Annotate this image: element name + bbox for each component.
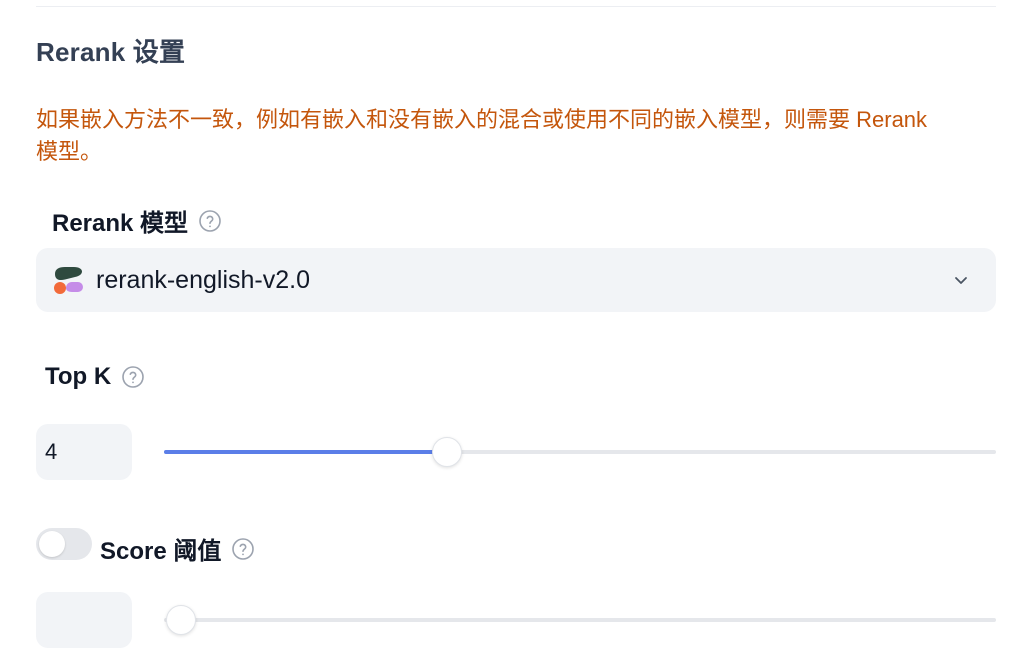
top-k-input[interactable] — [36, 424, 132, 480]
score-threshold-slider[interactable] — [164, 602, 996, 638]
selected-model-name: rerank-english-v2.0 — [96, 265, 310, 294]
rerank-model-label-row: Rerank 模型 — [52, 203, 222, 238]
chevron-down-icon — [950, 269, 972, 291]
score-threshold-input[interactable] — [36, 592, 132, 648]
score-threshold-label-row: Score 阈值 — [100, 531, 255, 566]
help-icon[interactable] — [198, 209, 222, 233]
section-title: Rerank 设置 — [36, 37, 186, 67]
help-icon[interactable] — [231, 537, 255, 561]
score-threshold-toggle[interactable] — [36, 528, 92, 560]
top-k-label-row: Top K — [45, 363, 145, 391]
cohere-logo-icon — [52, 264, 84, 296]
top-k-slider[interactable] — [164, 434, 996, 470]
rerank-warning-text: 如果嵌入方法不一致，例如有嵌入和没有嵌入的混合或使用不同的嵌入模型，则需要 Re… — [36, 107, 928, 164]
slider-fill — [164, 450, 447, 454]
top-divider — [36, 6, 996, 7]
slider-thumb[interactable] — [431, 437, 462, 467]
score-threshold-label: Score 阈值 — [100, 538, 222, 565]
toggle-knob — [39, 531, 65, 557]
help-icon[interactable] — [121, 365, 145, 389]
top-k-label: Top K — [45, 363, 112, 390]
rerank-model-select[interactable]: rerank-english-v2.0 — [36, 248, 996, 312]
rerank-model-label: Rerank 模型 — [52, 210, 189, 237]
slider-thumb[interactable] — [165, 605, 196, 635]
slider-track — [164, 618, 996, 622]
